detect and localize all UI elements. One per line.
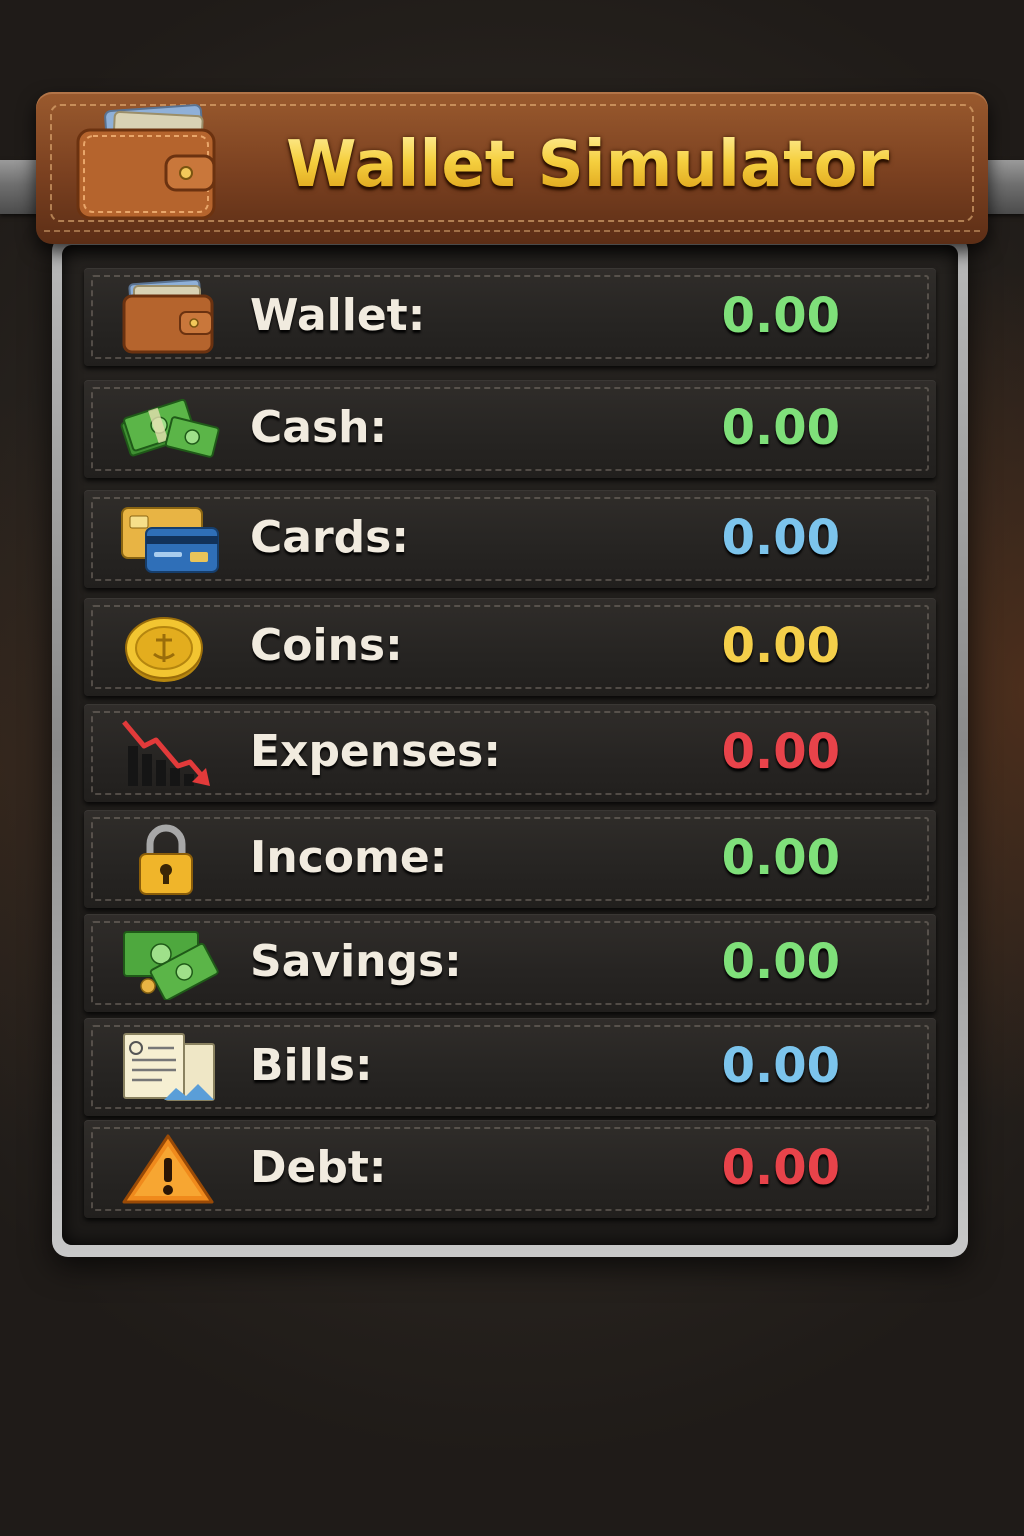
expenses-value: 0.00 (721, 724, 840, 780)
wallet-label: Wallet: (250, 290, 426, 341)
down-trend-chart-icon (122, 720, 210, 786)
list-item-income: Income: 0.00 (84, 810, 936, 908)
list-item-cash: Cash: 0.00 (84, 380, 936, 478)
title-banner: Wallet Simulator (36, 92, 988, 244)
app-title: Wallet Simulator (286, 128, 890, 202)
bills-label: Bills: (250, 1040, 373, 1091)
money-bills-icon (123, 931, 219, 1000)
bills-value: 0.00 (721, 1038, 840, 1094)
cash-value: 0.00 (721, 400, 840, 456)
credit-cards-icon (121, 507, 219, 573)
debt-value: 0.00 (721, 1140, 840, 1196)
list-item-coins: Coins: 0.00 (84, 598, 936, 696)
list-item-cards: Cards: 0.00 (84, 490, 936, 588)
wallet-icon (76, 104, 216, 220)
padlock-icon (139, 824, 193, 895)
cards-label: Cards: (250, 512, 409, 563)
warning-icon (122, 1134, 214, 1204)
gold-coin-icon (125, 617, 203, 682)
expenses-label: Expenses: (250, 726, 501, 777)
list-item-debt: Debt: 0.00 (84, 1120, 936, 1218)
wallet-icon (122, 280, 214, 354)
cash-label: Cash: (250, 402, 388, 453)
list-item-wallet: Wallet: 0.00 (84, 268, 936, 366)
savings-value: 0.00 (721, 934, 840, 990)
list-item-expenses: Expenses: 0.00 (84, 704, 936, 802)
income-label: Income: (250, 832, 448, 883)
list-item-bills: Bills: 0.00 (84, 1018, 936, 1116)
coins-value: 0.00 (721, 618, 840, 674)
income-value: 0.00 (721, 830, 840, 886)
cash-stack-icon (120, 398, 220, 458)
debt-label: Debt: (250, 1142, 387, 1193)
cards-value: 0.00 (721, 510, 840, 566)
coins-label: Coins: (250, 620, 403, 671)
savings-label: Savings: (250, 936, 462, 987)
bill-documents-icon (123, 1033, 215, 1101)
list-item-savings: Savings: 0.00 (84, 914, 936, 1012)
wallet-value: 0.00 (721, 288, 840, 344)
